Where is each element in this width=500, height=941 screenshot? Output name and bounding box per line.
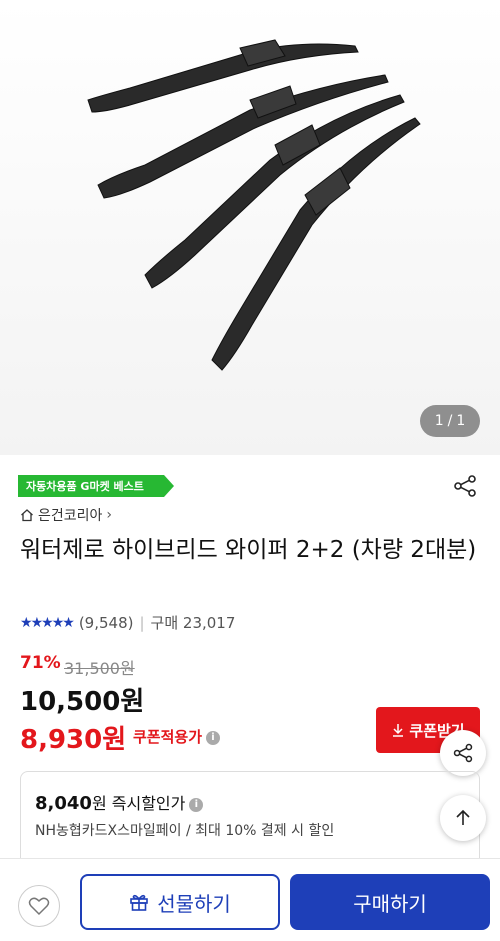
home-icon [21, 509, 33, 522]
buy-label: 구매하기 [353, 891, 427, 916]
instant-discount-description: NH농협카드X스마일페이 / 최대 10% 결제 시 할인 [35, 823, 335, 839]
product-title: 워터제로 하이브리드 와이퍼 2+2 (차량 2대분) [20, 537, 477, 563]
gallery-page-indicator: 1 / 1 [420, 405, 480, 437]
divider: | [139, 613, 145, 632]
coupon-price-label-text: 쿠폰적용가 [133, 728, 203, 746]
buy-button[interactable]: 구매하기 [290, 874, 490, 930]
instant-discount-box[interactable]: 8,040원 즉시할인가 i NH농협카드X스마일페이 / 최대 10% 결제 시… [20, 771, 480, 871]
gift-button[interactable]: 선물하기 [80, 874, 280, 930]
wishlist-button[interactable] [18, 885, 60, 927]
seller-link[interactable]: 은건코리아 › [20, 505, 112, 525]
product-image[interactable]: 1 / 1 [0, 0, 500, 455]
gallery-separator: / [447, 413, 453, 429]
star-half-icon: ★ [62, 614, 74, 631]
discount-rate: 71% [20, 653, 61, 673]
original-price: 31,500원 [64, 659, 135, 678]
wiper-blades-image [87, 39, 421, 371]
coupon-price: 8,930원 [20, 725, 127, 755]
gift-label: 선물하기 [157, 891, 231, 916]
instant-discount-unit: 원 [91, 794, 107, 813]
gallery-total: 1 [456, 413, 466, 429]
instant-discount-value: 8,040원 즉시할인가 i [35, 790, 204, 814]
gallery-current: 1 [434, 413, 444, 429]
sale-price: 10,500원 [20, 687, 145, 717]
share-float-button[interactable] [440, 730, 486, 776]
star-icon: ★ [41, 614, 53, 631]
rating-row[interactable]: ★ ★ ★ ★ ★ (9,548) | 구매 23,017 [20, 612, 235, 633]
best-badge[interactable]: 자동차용품 G마켓 베스트 [18, 475, 174, 497]
star-icon: ★ [30, 614, 43, 631]
share-icon[interactable] [452, 473, 478, 499]
gift-icon [130, 894, 148, 911]
purchase-count: 구매 23,017 [150, 614, 236, 632]
instant-discount-amount: 8,040 [35, 793, 92, 814]
heart-icon [28, 897, 50, 916]
bottom-action-bar: 선물하기 구매하기 [0, 858, 500, 941]
download-icon [393, 724, 404, 737]
share-icon [453, 743, 473, 763]
star-icon: ★ [20, 614, 32, 631]
scroll-top-button[interactable] [440, 795, 486, 841]
chevron-right-icon: › [106, 507, 113, 523]
arrow-up-icon [456, 809, 470, 825]
info-icon[interactable]: i [189, 797, 204, 812]
info-icon[interactable]: i [206, 730, 221, 745]
coupon-price-label: 쿠폰적용가 i [133, 726, 221, 747]
star-icon: ★ [51, 614, 64, 631]
review-count: (9,548) [78, 613, 134, 632]
seller-name: 은건코리아 [38, 508, 103, 524]
star-rating: ★ ★ ★ ★ ★ [20, 614, 75, 631]
instant-discount-label: 즉시할인가 [111, 794, 186, 813]
